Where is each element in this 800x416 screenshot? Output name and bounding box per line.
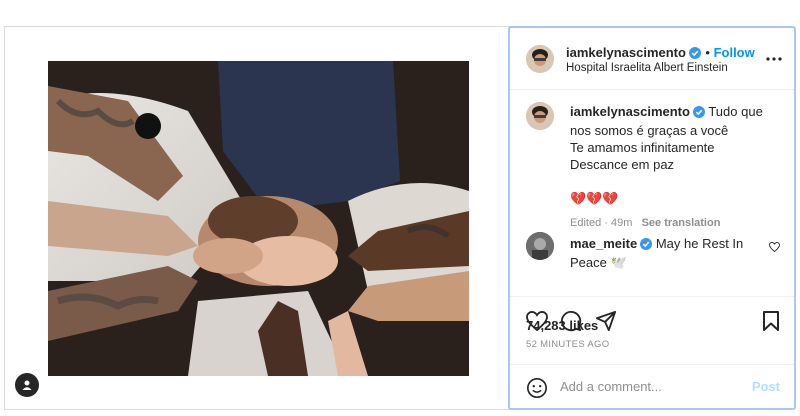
share-paper-plane-icon[interactable] (595, 310, 617, 337)
post-detail-panel: iamkelynascimento • Follow Hospital Isra… (508, 26, 796, 410)
caption-author-username[interactable]: iamkelynascimento (570, 104, 690, 119)
comments-scroll-area[interactable]: iamkelynascimento Tudo que nos somos é g… (510, 90, 794, 296)
post-comment-button[interactable]: Post (752, 379, 780, 394)
commenter-username[interactable]: mae_meite (570, 236, 637, 251)
post-timestamp: 52 MINUTES AGO (526, 339, 610, 350)
edited-label: Edited (570, 217, 602, 229)
save-bookmark-icon[interactable] (762, 311, 780, 336)
add-comment-input[interactable]: Add a comment... (560, 379, 662, 394)
comment-item: mae_meite May he Rest In Peace 🕊️ (570, 235, 760, 271)
hands-photo (48, 61, 469, 376)
post-header: iamkelynascimento • Follow Hospital Isra… (510, 28, 794, 90)
caption-line-2: Te amamos infinitamente (570, 140, 715, 155)
caption-author-avatar[interactable] (526, 102, 554, 130)
verified-badge-icon (640, 237, 653, 254)
caption-line-3: Descance em paz (570, 157, 675, 172)
caption-emojis: 💔💔💔 (570, 191, 619, 206)
author-username[interactable]: iamkelynascimento (566, 45, 686, 60)
emoji-smiley-icon[interactable] (526, 377, 548, 404)
commenter-avatar[interactable] (526, 232, 554, 260)
see-translation-link[interactable]: See translation (642, 217, 721, 229)
follow-button[interactable]: Follow (714, 45, 755, 60)
tagged-users-icon[interactable] (15, 373, 39, 397)
comment-composer: Add a comment... Post (510, 364, 794, 410)
post-photo[interactable] (48, 61, 469, 376)
caption-age: 49m (610, 217, 633, 229)
post-caption: iamkelynascimento Tudo que nos somos é g… (570, 103, 780, 232)
verified-badge-icon (692, 105, 705, 122)
more-options-icon[interactable] (766, 48, 782, 66)
caption-meta: Edited · 49m See translation (570, 217, 721, 229)
post-location[interactable]: Hospital Israelita Albert Einstein (566, 62, 728, 74)
likes-count[interactable]: 74,283 likes (526, 318, 598, 333)
comment-like-icon[interactable] (769, 239, 780, 257)
author-avatar[interactable] (526, 45, 554, 73)
